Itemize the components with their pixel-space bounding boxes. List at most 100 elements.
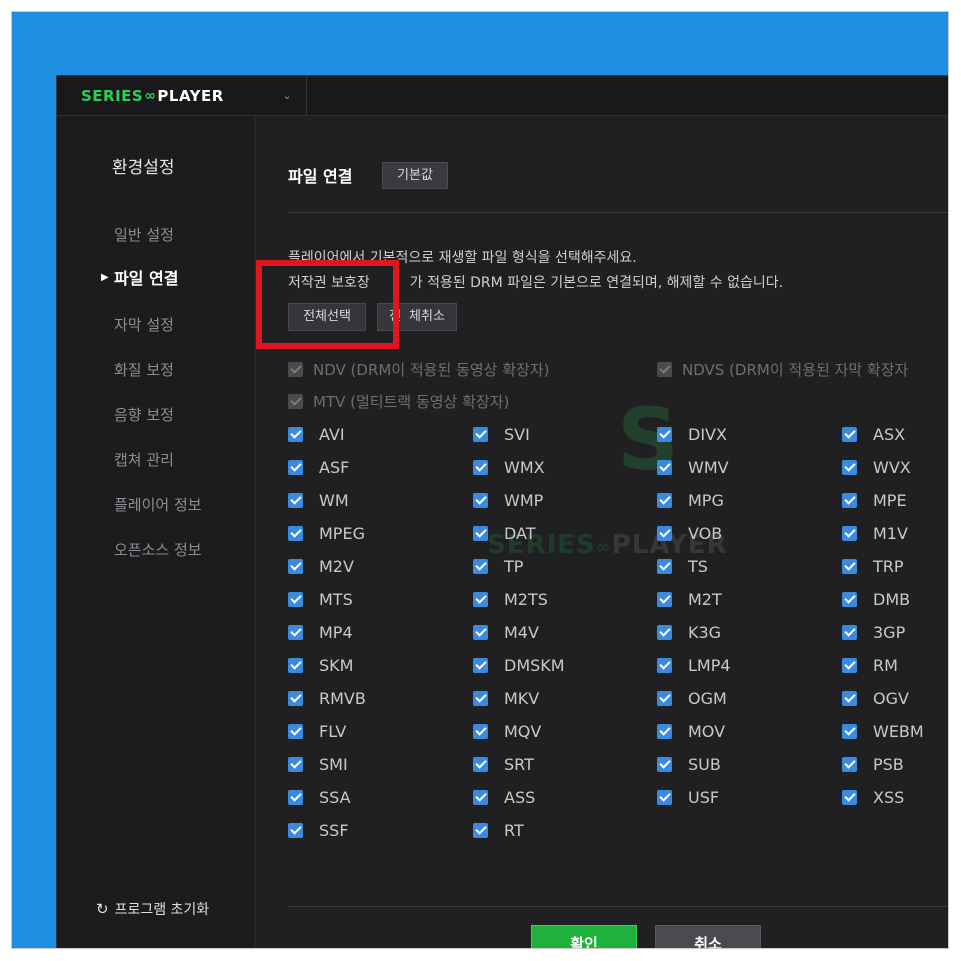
ext-checkbox-ts[interactable]: TS (657, 556, 708, 576)
ext-checkbox-ogv[interactable]: OGV (842, 688, 909, 708)
sidebar-item-video-correction[interactable]: 화질 보정 (114, 359, 174, 381)
checkbox-checked-icon[interactable] (473, 558, 488, 574)
checkbox-checked-icon[interactable] (657, 525, 672, 541)
ext-checkbox-ass[interactable]: ASS (473, 787, 535, 807)
checkbox-checked-icon[interactable] (657, 789, 672, 805)
ext-checkbox-wvx[interactable]: WVX (842, 457, 911, 477)
ext-checkbox-k3g[interactable]: K3G (657, 622, 721, 642)
default-button[interactable]: 기본값 (382, 162, 448, 189)
ext-checkbox-rmvb[interactable]: RMVB (288, 688, 366, 708)
checkbox-checked-icon[interactable] (842, 789, 857, 805)
checkbox-checked-icon[interactable] (842, 657, 857, 673)
ext-checkbox-mkv[interactable]: MKV (473, 688, 539, 708)
checkbox-checked-icon[interactable] (473, 822, 488, 838)
sidebar-item-subtitle[interactable]: 자막 설정 (114, 314, 174, 336)
checkbox-checked-icon[interactable] (288, 657, 303, 673)
checkbox-checked-icon[interactable] (842, 558, 857, 574)
checkbox-checked-icon[interactable] (473, 591, 488, 607)
checkbox-checked-icon[interactable] (288, 690, 303, 706)
ext-checkbox-flv[interactable]: FLV (288, 721, 346, 741)
ext-checkbox-m4v[interactable]: M4V (473, 622, 539, 642)
ext-checkbox-wmp[interactable]: WMP (473, 490, 543, 510)
ext-checkbox-usf[interactable]: USF (657, 787, 719, 807)
ext-checkbox-vob[interactable]: VOB (657, 523, 722, 543)
checkbox-checked-icon[interactable] (842, 591, 857, 607)
ext-checkbox-rt[interactable]: RT (473, 820, 524, 840)
checkbox-checked-icon[interactable] (473, 723, 488, 739)
ext-checkbox-asx[interactable]: ASX (842, 424, 905, 444)
cancel-button[interactable]: 취소 (655, 925, 761, 948)
ext-checkbox-xss[interactable]: XSS (842, 787, 904, 807)
checkbox-checked-icon[interactable] (288, 591, 303, 607)
ext-checkbox-tp[interactable]: TP (473, 556, 523, 576)
ext-checkbox-3gp[interactable]: 3GP (842, 622, 905, 642)
checkbox-checked-icon[interactable] (657, 492, 672, 508)
ext-checkbox-m1v[interactable]: M1V (842, 523, 908, 543)
reset-program-button[interactable]: ↻ 프로그램 초기화 (96, 899, 209, 919)
checkbox-checked-icon[interactable] (657, 591, 672, 607)
checkbox-checked-icon[interactable] (473, 756, 488, 772)
sidebar-item-audio-correction[interactable]: 음향 보정 (114, 404, 174, 426)
checkbox-checked-icon[interactable] (842, 756, 857, 772)
ext-checkbox-mqv[interactable]: MQV (473, 721, 541, 741)
ext-checkbox-ssf[interactable]: SSF (288, 820, 349, 840)
checkbox-checked-icon[interactable] (288, 459, 303, 475)
checkbox-checked-icon[interactable] (657, 690, 672, 706)
checkbox-checked-icon[interactable] (288, 789, 303, 805)
ext-checkbox-rm[interactable]: RM (842, 655, 898, 675)
sidebar-item-general[interactable]: 일반 설정 (114, 224, 174, 246)
checkbox-checked-icon[interactable] (473, 624, 488, 640)
ext-checkbox-mpeg[interactable]: MPEG (288, 523, 365, 543)
checkbox-checked-icon[interactable] (288, 525, 303, 541)
chevron-down-icon[interactable]: ⌄ (279, 88, 295, 104)
checkbox-checked-icon[interactable] (842, 723, 857, 739)
checkbox-checked-icon[interactable] (473, 657, 488, 673)
checkbox-checked-icon[interactable] (288, 558, 303, 574)
checkbox-checked-icon[interactable] (473, 690, 488, 706)
ext-checkbox-mp4[interactable]: MP4 (288, 622, 353, 642)
checkbox-checked-icon[interactable] (657, 756, 672, 772)
ext-checkbox-sub[interactable]: SUB (657, 754, 721, 774)
ext-checkbox-svi[interactable]: SVI (473, 424, 530, 444)
ext-checkbox-mov[interactable]: MOV (657, 721, 725, 741)
ext-checkbox-webm[interactable]: WEBM (842, 721, 924, 741)
checkbox-checked-icon[interactable] (657, 459, 672, 475)
checkbox-checked-icon[interactable] (842, 624, 857, 640)
ext-checkbox-psb[interactable]: PSB (842, 754, 904, 774)
sidebar-item-opensource[interactable]: 오픈소스 정보 (114, 539, 202, 561)
checkbox-checked-icon[interactable] (473, 789, 488, 805)
ext-checkbox-srt[interactable]: SRT (473, 754, 534, 774)
ext-checkbox-m2v[interactable]: M2V (288, 556, 354, 576)
checkbox-checked-icon[interactable] (473, 492, 488, 508)
ext-checkbox-lmp4[interactable]: LMP4 (657, 655, 731, 675)
ext-checkbox-ssa[interactable]: SSA (288, 787, 351, 807)
ext-checkbox-m2ts[interactable]: M2TS (473, 589, 548, 609)
ext-checkbox-wmv[interactable]: WMV (657, 457, 729, 477)
checkbox-checked-icon[interactable] (288, 426, 303, 442)
ext-checkbox-divx[interactable]: DIVX (657, 424, 727, 444)
checkbox-checked-icon[interactable] (842, 525, 857, 541)
checkbox-checked-icon[interactable] (842, 459, 857, 475)
ext-checkbox-dmskm[interactable]: DMSKM (473, 655, 565, 675)
ext-checkbox-ogm[interactable]: OGM (657, 688, 727, 708)
sidebar-item-file-association[interactable]: 파일 연결 (114, 268, 178, 290)
ext-checkbox-m2t[interactable]: M2T (657, 589, 722, 609)
sidebar-item-capture[interactable]: 캡쳐 관리 (114, 449, 174, 471)
checkbox-checked-icon[interactable] (288, 723, 303, 739)
checkbox-checked-icon[interactable] (657, 426, 672, 442)
ext-checkbox-dmb[interactable]: DMB (842, 589, 910, 609)
ext-checkbox-mpe[interactable]: MPE (842, 490, 907, 510)
ext-checkbox-trp[interactable]: TRP (842, 556, 904, 576)
ext-checkbox-wm[interactable]: WM (288, 490, 349, 510)
checkbox-checked-icon[interactable] (288, 822, 303, 838)
ext-checkbox-smi[interactable]: SMI (288, 754, 348, 774)
checkbox-checked-icon[interactable] (657, 657, 672, 673)
checkbox-checked-icon[interactable] (288, 492, 303, 508)
checkbox-checked-icon[interactable] (842, 426, 857, 442)
checkbox-checked-icon[interactable] (657, 723, 672, 739)
ext-checkbox-avi[interactable]: AVI (288, 424, 345, 444)
checkbox-checked-icon[interactable] (288, 756, 303, 772)
sidebar-item-player-info[interactable]: 플레이어 정보 (114, 494, 202, 516)
checkbox-checked-icon[interactable] (842, 492, 857, 508)
ext-checkbox-mts[interactable]: MTS (288, 589, 353, 609)
